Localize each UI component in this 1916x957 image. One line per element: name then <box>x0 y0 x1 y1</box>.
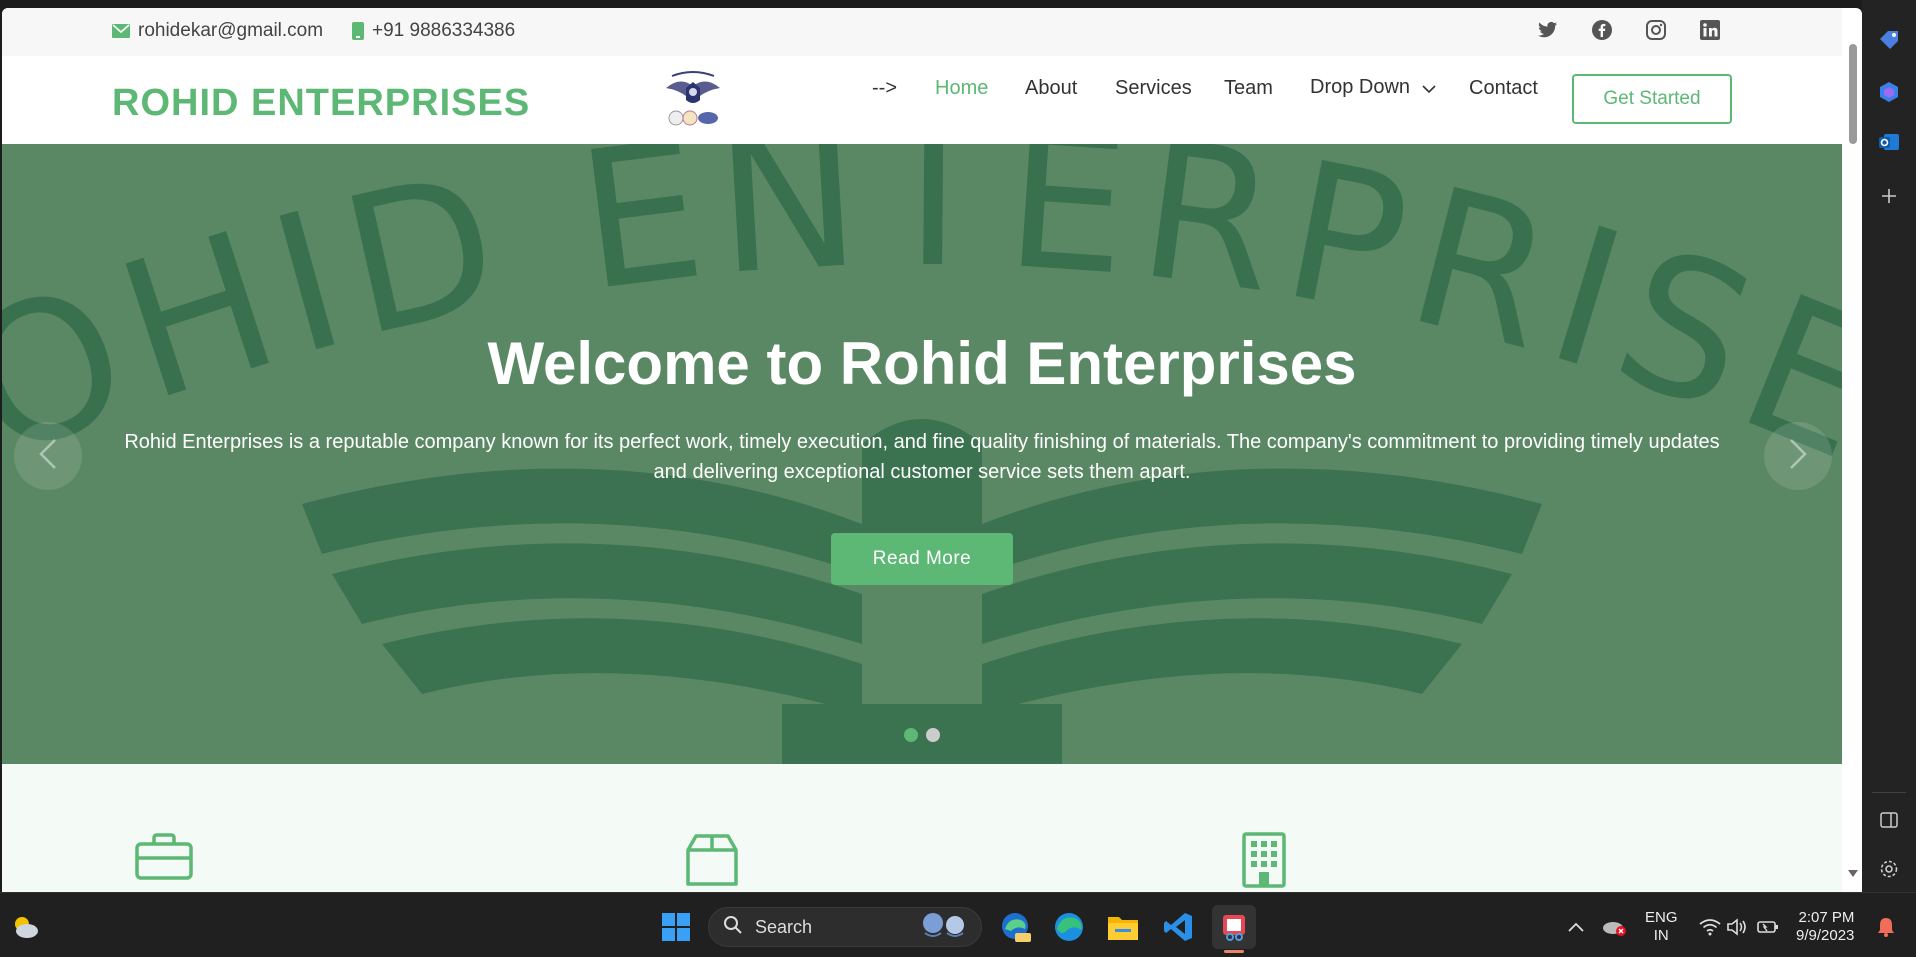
building-icon <box>1242 832 1302 892</box>
hero-description: Rohid Enterprises is a reputable company… <box>124 431 1720 483</box>
topbar: rohidekar@gmail.com +91 9886334386 <box>2 8 1842 56</box>
search-placeholder: Search <box>755 916 813 937</box>
add-icon[interactable] <box>1877 184 1901 208</box>
features-section <box>2 764 1842 892</box>
clock[interactable]: 2:07 PM 9/9/2023 <box>1796 909 1854 945</box>
nav-dropdown-label: Drop Down <box>1310 76 1411 99</box>
nav-item-team[interactable]: Team <box>1224 77 1273 100</box>
site-header: ROHID ENTERPRISES --> Home About Service… <box>2 56 1842 144</box>
nav-item-arrow[interactable]: --> <box>872 77 897 100</box>
hero-carousel: ROHID ENTERPRISES Welcome to Rohid Enter… <box>2 144 1842 764</box>
nav-item-home[interactable]: Home <box>935 77 988 100</box>
snipping-tool-icon[interactable] <box>1212 905 1256 949</box>
search-icon <box>723 915 743 940</box>
twitter-icon[interactable] <box>1536 18 1560 42</box>
read-more-button[interactable]: Read More <box>831 533 1013 585</box>
search-highlight-icon <box>915 911 973 944</box>
browser-page: rohidekar@gmail.com +91 9886334386 ROHID… <box>2 8 1862 892</box>
chevron-right-icon <box>1789 438 1807 475</box>
email-text[interactable]: rohidekar@gmail.com <box>138 20 323 42</box>
file-explorer-icon[interactable] <box>1103 907 1143 947</box>
windows-taskbar: Search ENG IN 2:07 PM 9/9/2023 <box>0 892 1916 957</box>
nav-item-dropdown[interactable]: Drop Down <box>1310 76 1436 99</box>
tag-icon[interactable] <box>1877 28 1901 52</box>
carousel-dot-1[interactable] <box>904 728 918 742</box>
nav-item-services[interactable]: Services <box>1115 77 1192 100</box>
facebook-icon[interactable] <box>1590 18 1614 42</box>
briefcase-icon <box>134 832 194 892</box>
edge-browser-icon[interactable] <box>1049 907 1089 947</box>
settings-gear-icon[interactable] <box>1877 857 1901 881</box>
carousel-dot-2[interactable] <box>926 728 940 742</box>
nav-item-contact[interactable]: Contact <box>1469 77 1538 100</box>
page-scrollbar[interactable] <box>1844 34 1862 892</box>
vscode-icon[interactable] <box>1158 907 1198 947</box>
battery-icon[interactable] <box>1748 907 1788 947</box>
phone-icon <box>352 22 364 40</box>
carousel-next-button[interactable] <box>1764 422 1832 490</box>
instagram-icon[interactable] <box>1644 18 1668 42</box>
language-line-2: IN <box>1653 927 1669 944</box>
browser-sidebar <box>1862 0 1916 892</box>
nav-item-about[interactable]: About <box>1025 77 1077 100</box>
onedrive-error-icon[interactable] <box>1594 907 1634 947</box>
copilot-icon[interactable] <box>1877 80 1901 104</box>
outlook-icon[interactable] <box>1877 130 1901 154</box>
linkedin-icon[interactable] <box>1698 18 1722 42</box>
windows-start-icon[interactable] <box>656 907 696 947</box>
taskbar-search[interactable]: Search <box>708 907 982 947</box>
box-icon <box>684 832 744 892</box>
sidebar-divider <box>1872 792 1906 793</box>
chevron-up-icon[interactable] <box>1556 907 1596 947</box>
carousel-prev-button[interactable] <box>14 422 82 490</box>
edge-preview-icon[interactable] <box>995 907 1035 947</box>
get-started-button[interactable]: Get Started <box>1572 74 1732 124</box>
language-indicator[interactable]: ENG IN <box>1645 909 1678 945</box>
carousel-indicators <box>904 728 940 742</box>
company-logo[interactable] <box>662 68 724 132</box>
clock-time: 2:07 PM <box>1798 909 1855 926</box>
scrollbar-thumb[interactable] <box>1849 44 1857 144</box>
chevron-down-icon <box>1422 77 1436 100</box>
brand-logo-text[interactable]: ROHID ENTERPRISES <box>112 82 530 125</box>
hero-title: Welcome to Rohid Enterprises <box>487 330 1357 397</box>
scroll-down-arrow[interactable] <box>1848 864 1858 882</box>
weather-icon[interactable] <box>5 907 45 947</box>
active-app-indicator <box>1224 950 1244 953</box>
social-links <box>1536 18 1722 42</box>
sidebar-toggle-icon[interactable] <box>1877 808 1901 832</box>
language-line-1: ENG <box>1645 909 1678 926</box>
email-contact[interactable]: rohidekar@gmail.com <box>112 20 323 42</box>
chevron-left-icon <box>39 438 57 475</box>
notification-bell-icon[interactable] <box>1866 907 1906 947</box>
clock-date: 9/9/2023 <box>1796 927 1855 944</box>
phone-contact[interactable]: +91 9886334386 <box>352 20 515 42</box>
phone-text[interactable]: +91 9886334386 <box>372 20 515 42</box>
envelope-icon <box>112 24 130 38</box>
